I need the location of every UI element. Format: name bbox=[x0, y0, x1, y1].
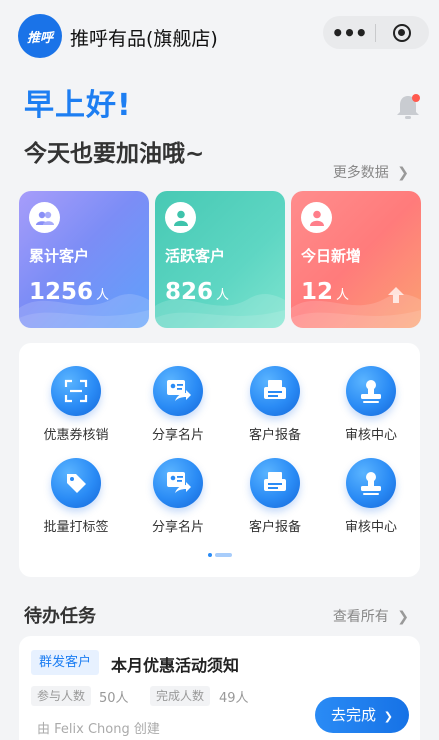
tool-coupon-verify[interactable]: 优惠券核销 bbox=[31, 366, 121, 443]
task-card[interactable]: 群发客户 本月优惠活动须知 参与人数 50人 完成人数 49人 由 Felix … bbox=[19, 636, 420, 740]
page-indicator[interactable] bbox=[208, 553, 234, 558]
scan-icon bbox=[51, 366, 101, 416]
stat-label: 累计客户 bbox=[29, 247, 90, 265]
task-tag: 群发客户 bbox=[31, 650, 100, 675]
tool-label: 审核中心 bbox=[344, 520, 397, 535]
stamp-icon bbox=[346, 458, 396, 508]
task-creator: 由 Felix Chong 创建 bbox=[37, 722, 160, 737]
complete-task-label: 去完成 bbox=[330, 706, 376, 724]
tool-label: 优惠券核销 bbox=[43, 428, 109, 443]
more-dots-icon[interactable]: ••• bbox=[323, 21, 375, 45]
page-dot-active bbox=[215, 553, 232, 557]
stat-card-new-today[interactable]: 今日新增 12 人 bbox=[291, 191, 421, 328]
chevron-right-icon: ❯ bbox=[383, 710, 393, 723]
arrow-up-icon bbox=[388, 287, 404, 303]
user-icon bbox=[165, 202, 196, 233]
mini-program-capsule: ••• bbox=[323, 16, 429, 49]
tag-icon bbox=[51, 458, 101, 508]
tools-panel: 优惠券核销 分享名片 客户报备 审核中心 批量打标签 分享名片 客户报备 审核中… bbox=[19, 343, 420, 577]
stat-value: 1256 人 bbox=[29, 279, 110, 305]
tool-review-center-2[interactable]: 审核中心 bbox=[326, 458, 416, 535]
chevron-right-icon: ❯ bbox=[397, 165, 409, 181]
stat-card-total-customers[interactable]: 累计客户 1256 人 bbox=[19, 191, 149, 328]
users-icon bbox=[29, 202, 60, 233]
bell-icon[interactable] bbox=[394, 92, 422, 122]
tool-label: 分享名片 bbox=[151, 428, 204, 443]
tool-customer-report-2[interactable]: 客户报备 bbox=[230, 458, 320, 535]
tool-share-card[interactable]: 分享名片 bbox=[133, 366, 223, 443]
more-data-label: 更多数据 bbox=[332, 165, 389, 181]
stat-value: 826 人 bbox=[165, 279, 230, 305]
tool-customer-report[interactable]: 客户报备 bbox=[230, 366, 320, 443]
share-card-icon bbox=[153, 458, 203, 508]
stat-label: 活跃客户 bbox=[165, 247, 226, 265]
todo-section-title: 待办任务 bbox=[24, 606, 96, 627]
logo-text: 推呼 bbox=[26, 30, 53, 46]
printer-icon bbox=[250, 458, 300, 508]
close-target-icon[interactable] bbox=[376, 23, 428, 42]
tool-review-center[interactable]: 审核中心 bbox=[326, 366, 416, 443]
tool-share-card-2[interactable]: 分享名片 bbox=[133, 458, 223, 535]
store-name[interactable]: 推呼有品(旗舰店) bbox=[70, 24, 218, 51]
tool-label: 客户报备 bbox=[248, 520, 301, 535]
share-card-icon bbox=[153, 366, 203, 416]
greeting-subtitle: 今天也要加油哦~ bbox=[24, 141, 205, 167]
complete-task-button[interactable]: 去完成 ❯ bbox=[315, 697, 409, 733]
stat-card-active-customers[interactable]: 活跃客户 826 人 bbox=[155, 191, 285, 328]
completed-value: 49人 bbox=[219, 691, 249, 706]
stat-label: 今日新增 bbox=[301, 247, 362, 265]
page-dot bbox=[208, 553, 212, 557]
store-logo[interactable]: 推呼 bbox=[18, 14, 62, 58]
participants-label: 参与人数 bbox=[31, 686, 92, 706]
stat-value: 12 人 bbox=[301, 279, 350, 305]
completed-label: 完成人数 bbox=[150, 686, 211, 706]
tool-batch-tag[interactable]: 批量打标签 bbox=[31, 458, 121, 535]
stamp-icon bbox=[346, 366, 396, 416]
more-data-link[interactable]: 更多数据 ❯ bbox=[333, 162, 409, 182]
participants-value: 50人 bbox=[99, 691, 129, 706]
chevron-right-icon: ❯ bbox=[397, 609, 409, 625]
task-title: 本月优惠活动须知 bbox=[111, 656, 240, 675]
view-all-link[interactable]: 查看所有 ❯ bbox=[333, 606, 409, 626]
tool-label: 客户报备 bbox=[248, 428, 301, 443]
tool-label: 审核中心 bbox=[344, 428, 397, 443]
tool-label: 分享名片 bbox=[151, 520, 204, 535]
tool-label: 批量打标签 bbox=[43, 520, 109, 535]
view-all-label: 查看所有 bbox=[332, 609, 389, 625]
printer-icon bbox=[250, 366, 300, 416]
user-icon bbox=[301, 202, 332, 233]
greeting-title: 早上好! bbox=[24, 88, 132, 123]
top-bar: 推呼 推呼有品(旗舰店) ••• bbox=[0, 0, 439, 70]
